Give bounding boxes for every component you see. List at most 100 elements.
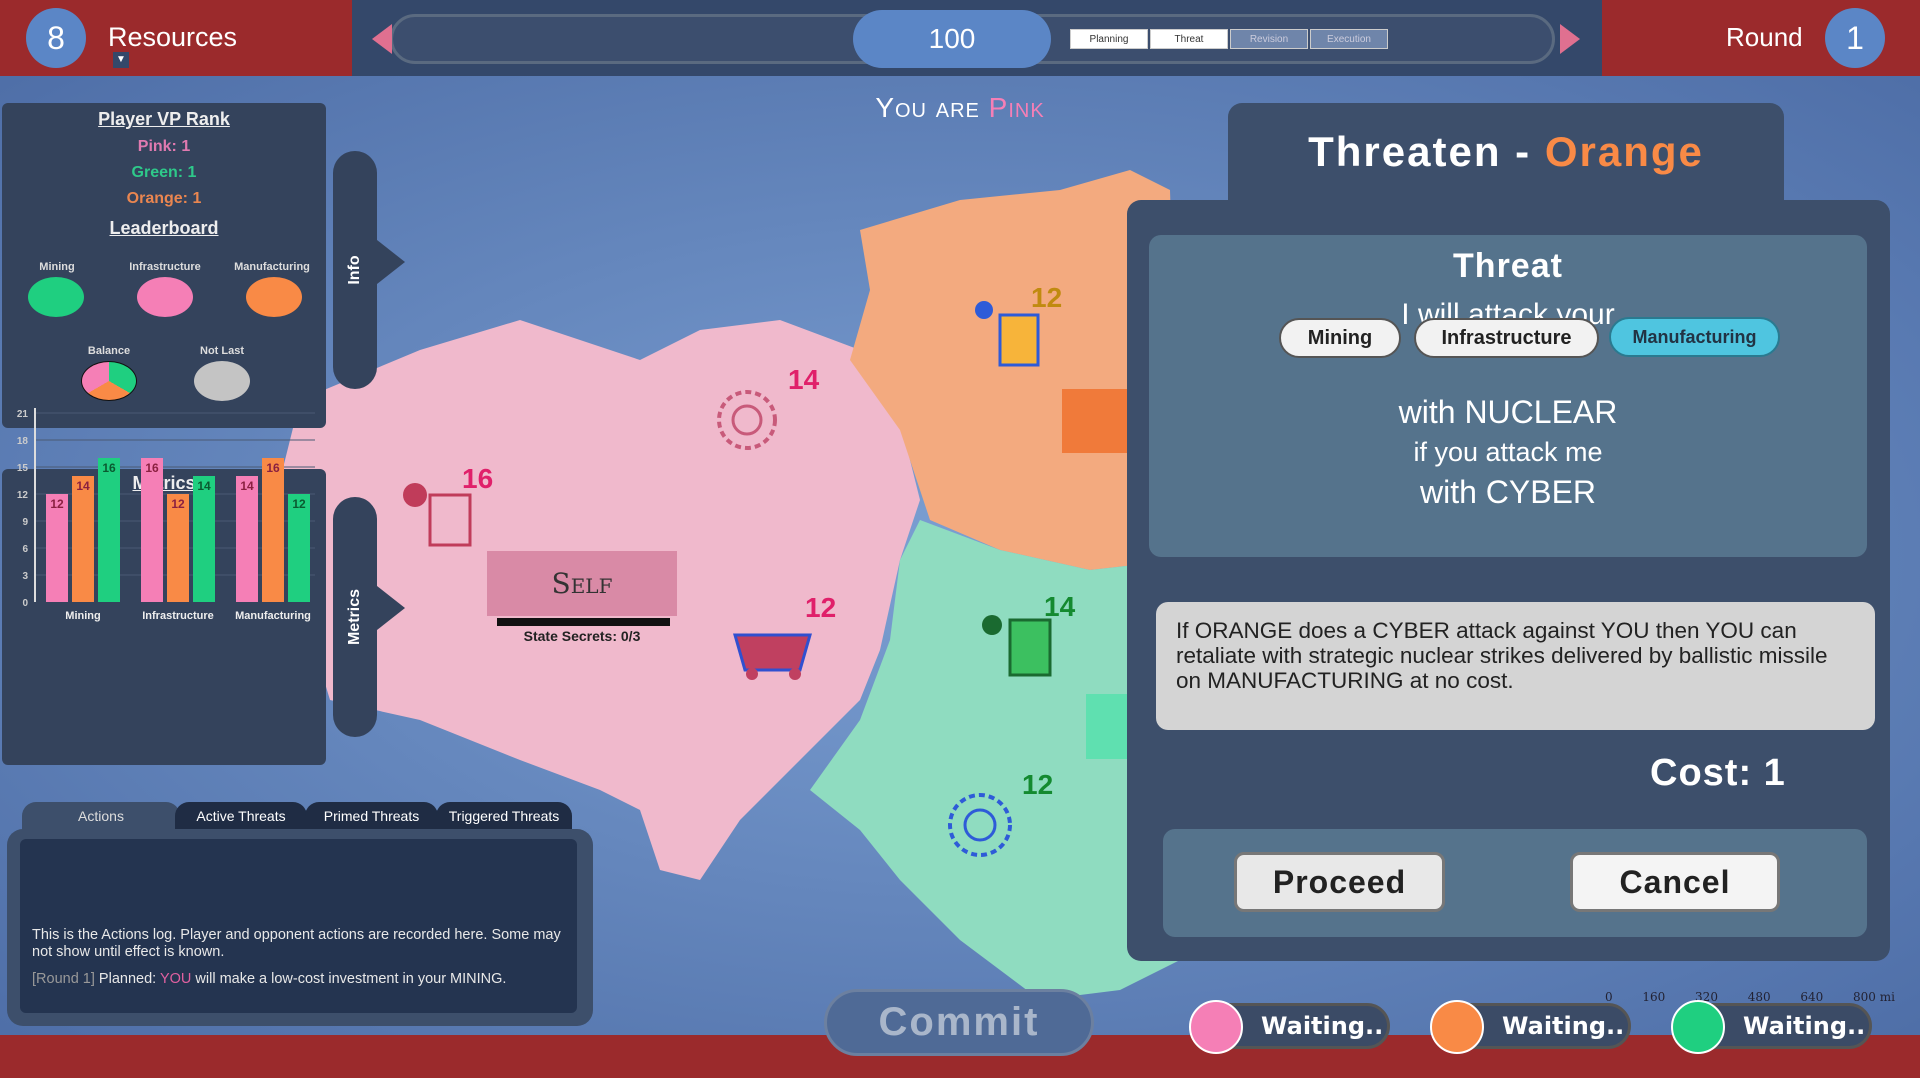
threat-line-2: with NUCLEAR [1398,394,1618,430]
info-tab[interactable]: Info [333,151,377,389]
chart-bar-pink-manufacturing [236,476,258,602]
leaderboard-title: Leaderboard [109,218,219,238]
bar-data-label: 14 [197,479,211,493]
leaderboard-label-balance: Balance [87,345,131,357]
tab-triggered-threats[interactable]: Triggered Threats [436,802,572,830]
orange-manufacturing-value: 12 [1031,282,1063,313]
status-text: Waiting.. [1261,1012,1384,1040]
round-value: 1 [1825,8,1885,68]
y-tick-label: 21 [17,409,29,420]
vp-rank-panel: Player VP Rank Pink: 1 Green: 1 Orange: … [2,103,326,428]
map-scale: 0 160 320 480 640 800 mi [1605,990,1895,1004]
info-tab-label: Info [346,255,363,285]
green-player-label [1086,694,1127,759]
phase-revision: Revision [1230,29,1308,49]
target-infrastructure-button[interactable]: Infrastructure [1414,318,1599,358]
x-tick-label: Manufacturing [235,610,311,622]
log-entry-round: [Round 1] [32,971,95,987]
log-intro: This is the Actions log. Player and oppo… [32,927,561,960]
cancel-button[interactable]: Cancel [1570,852,1780,912]
dialog-target: Orange [1544,128,1704,175]
dialog-button-area: Proceed Cancel [1163,829,1867,937]
threat-line-4: with CYBER [1419,474,1597,510]
leaderboard-manufacturing-leader [246,277,302,317]
threat-cost: Cost: 1 [1650,752,1786,794]
vp-rank-green: Green: 1 [131,164,197,181]
resources-dropdown-icon[interactable]: ▼ [113,52,129,68]
phase-planning: Planning [1070,29,1148,49]
green-infrastructure-value: 12 [1022,769,1054,800]
proceed-button[interactable]: Proceed [1234,852,1445,912]
info-tab-arrow-icon[interactable] [377,240,405,284]
player-status-green: Waiting.. [1671,1000,1872,1054]
target-manufacturing-button[interactable]: Manufacturing [1609,317,1780,357]
y-tick-label: 6 [22,544,28,555]
vp-rank-title: Player VP Rank [98,109,230,129]
y-tick-label: 15 [17,463,29,474]
actions-log-panel: This is the Actions log. Player and oppo… [7,829,593,1026]
dialog-title: Threaten - [1308,128,1532,175]
player-banner: You are Pink [760,92,1160,124]
tab-primed-threats[interactable]: Primed Threats [305,802,438,830]
leaderboard-mining-leader [28,277,84,317]
y-tick-label: 18 [17,436,29,447]
tab-actions[interactable]: Actions [22,802,180,830]
player-status-orange: Waiting.. [1430,1000,1631,1054]
threaten-dialog: Threat I will attack your Mining Infrast… [1127,200,1890,961]
chart-bar-pink-infrastructure [141,458,163,602]
state-secrets-text: State Secrets: 0/3 [523,628,641,644]
log-entry-you: YOU [159,971,192,987]
log-entry-planned: Planned: [98,971,157,987]
threat-heading: Threat [1453,247,1563,285]
timer-left-arrow-icon [372,24,392,54]
chart-bar-green-infrastructure [193,476,215,602]
leaderboard-balance-pie [81,361,137,401]
leaderboard-label-infrastructure: Infrastructure [129,261,201,273]
scale-tick: 160 [1642,990,1666,1004]
orange-player-label [1062,389,1127,453]
y-tick-label: 9 [22,517,28,528]
y-tick-label: 3 [22,571,28,582]
metrics-tab-arrow-icon[interactable] [377,586,405,630]
commit-button[interactable]: Commit [824,989,1094,1056]
top-bar: 8 Resources ▼ 100 Planning Threat Revisi… [0,0,1920,76]
pink-manufacturing-value: 16 [462,463,494,494]
threat-description: If ORANGE does a CYBER attack against YO… [1156,602,1875,730]
y-tick-label: 12 [17,490,29,501]
bar-data-label: 14 [76,479,90,493]
y-tick-label: 0 [22,598,28,609]
status-text: Waiting.. [1502,1012,1625,1040]
threat-box: Threat I will attack your Mining Infrast… [1149,235,1867,557]
vp-rank-orange: Orange: 1 [126,190,202,207]
log-entry-text: will make a low-cost investment in your … [195,971,507,987]
tab-active-threats[interactable]: Active Threats [175,802,307,830]
leaderboard-not-last [194,361,250,401]
timer-value: 100 [853,10,1051,68]
log-entry: [Round 1] Planned: YOU will make a low-c… [32,971,565,988]
scale-tick: 800 mi [1853,990,1895,1004]
phase-execution: Execution [1310,29,1388,49]
status-text: Waiting.. [1743,1012,1866,1040]
pink-mining-value: 12 [805,592,837,623]
chart-bar-orange-mining [72,476,94,602]
metrics-tab[interactable]: Metrics [333,497,377,737]
vp-rank-pink: Pink: 1 [137,138,191,155]
player-status-pink: Waiting.. [1189,1000,1390,1054]
chart-bar-green-mining [98,458,120,602]
metrics-chart: 0 3 6 9 12 15 18 21 12 14 16 Mining 16 12 14 Infrastruc… [17,408,315,622]
bar-data-label: 12 [50,497,64,511]
chart-bar-orange-manufacturing [262,458,284,602]
actions-log-content[interactable]: This is the Actions log. Player and oppo… [20,839,577,1013]
banner-player: Pink [988,92,1045,123]
pink-player-dot [1189,1000,1243,1054]
bar-data-label: 16 [266,461,280,475]
x-tick-label: Infrastructure [142,610,214,622]
green-manufacturing-value: 14 [1044,591,1076,622]
phase-threat: Threat [1150,29,1228,49]
target-mining-button[interactable]: Mining [1279,318,1401,358]
threat-line-3: if you attack me [1413,437,1603,467]
leaderboard-label-not-last: Not Last [200,345,244,357]
bar-data-label: 12 [292,497,306,511]
self-label: Self [487,551,677,616]
green-player-dot [1671,1000,1725,1054]
